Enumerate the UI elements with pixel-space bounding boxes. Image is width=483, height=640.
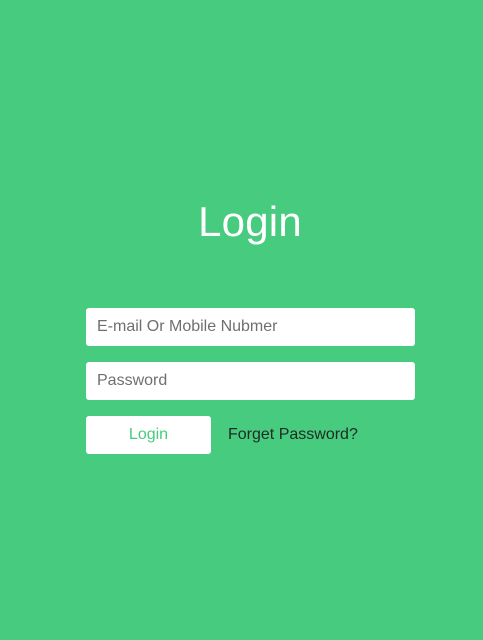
login-button[interactable]: Login [86, 416, 211, 454]
email-or-mobile-input[interactable] [86, 308, 415, 346]
login-page: Login Login Forget Password? [0, 0, 483, 640]
page-title: Login [198, 198, 302, 245]
forget-password-link[interactable]: Forget Password? [228, 425, 358, 445]
password-input[interactable] [86, 362, 415, 400]
